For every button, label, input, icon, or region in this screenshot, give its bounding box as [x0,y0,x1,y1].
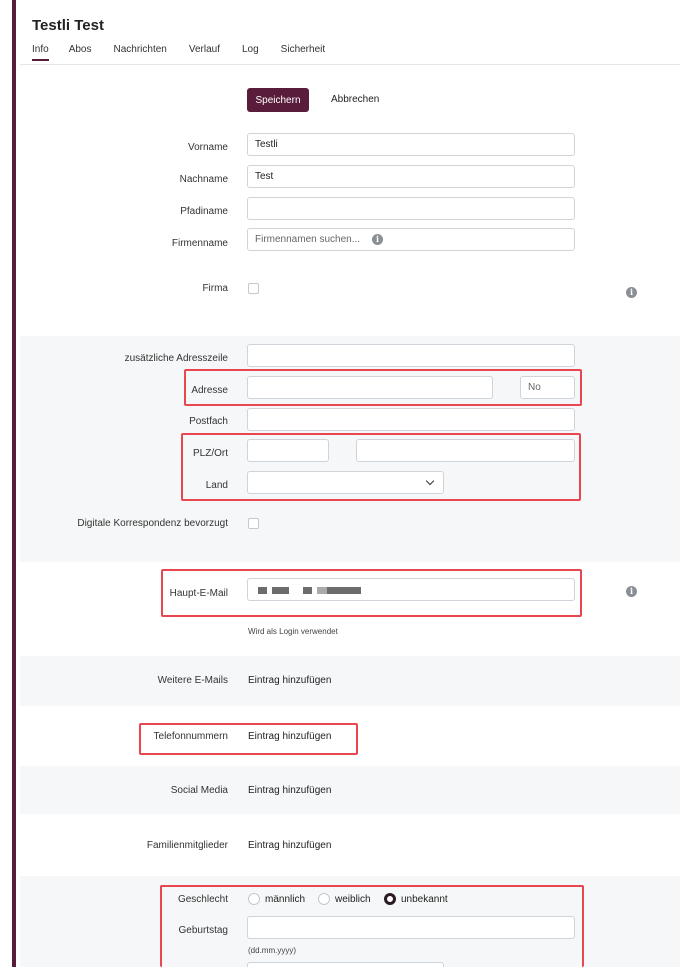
pfadiname-label: Pfadiname [180,206,228,217]
digital-label: Digitale Korrespondenz bevorzugt [77,518,228,529]
gender-male-label[interactable]: männlich [265,894,305,905]
land-label: Land [205,480,228,491]
redacted-email [272,587,289,594]
info-icon[interactable]: i [626,586,637,597]
haupt-email-field[interactable] [247,578,575,601]
firmenname-label: Firmenname [171,238,228,249]
gender-unknown-radio[interactable] [384,893,396,905]
firmenname-search-input[interactable]: Firmennamen suchen... i [247,228,575,251]
save-button[interactable]: Speichern [247,88,309,112]
familie-label: Familienmitglieder [146,840,228,851]
adresse-street-field[interactable] [247,376,493,399]
tab-divider [20,64,680,65]
tab-info[interactable]: Info [32,44,49,61]
postfach-label: Postfach [189,416,228,427]
nachname-label: Nachname [179,174,228,185]
tab-log[interactable]: Log [242,44,259,61]
gender-female-label[interactable]: weiblich [335,894,371,905]
geschlecht-label: Geschlecht [177,894,228,905]
firma-checkbox[interactable] [248,283,259,294]
redacted-email [258,587,267,594]
firma-label: Firma [202,283,228,294]
gender-unknown-label[interactable]: unbekannt [401,894,448,905]
tab-sicherheit[interactable]: Sicherheit [281,44,325,61]
vorname-field[interactable]: Testli [247,133,575,156]
adresse-label: Adresse [191,385,228,396]
land-select[interactable] [247,471,444,494]
gender-female-radio[interactable] [318,893,330,905]
adresse-number-field[interactable]: No [520,376,575,399]
tab-abos[interactable]: Abos [69,44,92,61]
vorname-value: Testli [255,139,278,150]
chevron-down-icon [425,476,435,486]
next-field[interactable] [247,962,444,967]
ort-field[interactable] [356,439,575,462]
social-add-link[interactable]: Eintrag hinzufügen [248,785,331,796]
nachname-field[interactable]: Test [247,165,575,188]
info-icon[interactable]: i [372,234,384,245]
gender-male-radio[interactable] [248,893,260,905]
redacted-email [303,587,312,594]
plz-ort-label: PLZ/Ort [192,448,228,459]
telefon-add-link[interactable]: Eintrag hinzufügen [248,731,331,742]
pfadiname-field[interactable] [247,197,575,220]
geburtstag-hint: (dd.mm.yyyy) [248,946,296,955]
adresse-number-placeholder: No [528,382,541,393]
geburtstag-field[interactable] [247,916,575,939]
postfach-field[interactable] [247,408,575,431]
familie-add-link[interactable]: Eintrag hinzufügen [248,840,331,851]
haupt-email-label: Haupt-E-Mail [169,588,228,599]
page-title: Testli Test [32,17,104,34]
tab-bar: Info Abos Nachrichten Verlauf Log Sicher… [32,44,325,61]
firmenname-placeholder: Firmennamen suchen... [255,234,361,245]
vorname-label: Vorname [187,142,228,153]
digital-checkbox[interactable] [248,518,259,529]
social-label: Social Media [170,785,228,796]
redacted-email [327,587,361,594]
weitere-emails-label: Weitere E-Mails [157,675,228,686]
info-icon[interactable]: i [626,287,637,298]
haupt-email-hint: Wird als Login verwendet [248,627,338,636]
telefon-label: Telefonnummern [153,731,228,742]
adresszeile-field[interactable] [247,344,575,367]
geburtstag-label: Geburtstag [178,925,228,936]
tab-verlauf[interactable]: Verlauf [189,44,220,61]
tab-nachrichten[interactable]: Nachrichten [113,44,166,61]
adresszeile-label: zusätzliche Adresszeile [124,353,228,364]
plz-field[interactable] [247,439,329,462]
nachname-value: Test [255,171,274,182]
cancel-button[interactable]: Abbrechen [331,94,379,105]
weitere-emails-add-link[interactable]: Eintrag hinzufügen [248,675,331,686]
